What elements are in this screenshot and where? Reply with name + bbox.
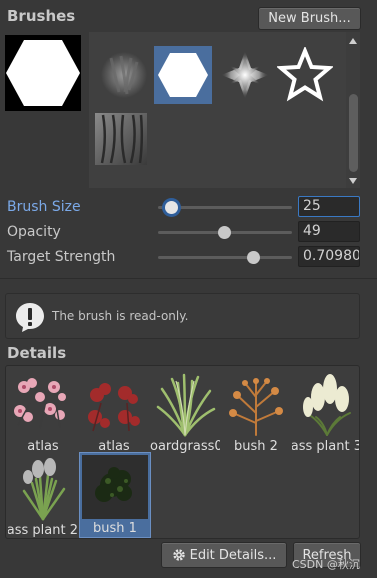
tall-grass-icon [22,458,66,521]
brush-size-label: Brush Size [7,199,81,215]
opacity-slider[interactable] [158,226,292,239]
brush-grid[interactable] [89,32,359,188]
scroll-thumb[interactable] [349,94,358,172]
brush-item-star-glow[interactable] [216,46,274,104]
detail-item-bush-2[interactable]: bush 2 [221,371,291,455]
star-outline-icon [277,47,333,102]
info-warning-icon [16,303,44,332]
read-only-helpbox: The brush is read-only. [5,293,360,339]
bark-texture-icon [95,113,147,165]
details-title: Details [7,344,67,362]
detail-item-bush-1[interactable]: bush 1 [79,452,151,538]
brush-size-slider-knob[interactable] [165,201,179,214]
detail-item-label: oardgrass0 [150,439,220,454]
pink-flowers-icon [14,378,66,429]
brush-item-bark-texture[interactable] [92,110,150,168]
brush-item-blurred-texture[interactable] [95,46,153,104]
brush-preview [5,35,81,111]
details-grid[interactable]: atlas atlas oardgrass0 bush 2 ss plant r… [5,365,360,539]
target-strength-slider-knob[interactable] [247,251,261,264]
orange-bush-icon [229,378,283,436]
detail-item-atlas-red[interactable]: atlas [79,371,149,455]
brushes-title: Brushes [7,7,76,25]
target-strength-field[interactable]: 0.70980 [298,246,360,267]
hexagon-icon [158,53,208,97]
opacity-label: Opacity [7,224,61,240]
detail-item-label: rass plant 3 [292,439,359,454]
opacity-field[interactable]: 49 [298,221,360,242]
scroll-up-icon[interactable] [349,38,357,44]
scroll-down-icon[interactable] [349,178,357,184]
detail-item-atlas-pink[interactable]: atlas [8,371,78,455]
blurred-texture-icon [101,52,147,98]
detail-item-grass-plant-3[interactable]: rass plant 3 [292,371,359,455]
detail-item-oardgrass[interactable]: oardgrass0 [150,371,220,455]
grass-clump-icon [156,373,216,437]
opacity-slider-knob[interactable] [217,226,231,239]
red-flowers-icon [88,383,140,432]
help-message: The brush is read-only. [52,309,189,323]
detail-item-grass-plant-2[interactable]: rass plant 2 [8,455,78,538]
divider [0,278,377,279]
detail-item-label: atlas [27,439,59,454]
gear-icon [172,549,185,561]
edit-details-label: Edit Details... [189,547,277,563]
target-strength-label: Target Strength [7,249,116,265]
hexagon-preview-icon [6,40,80,106]
edit-details-button[interactable]: Edit Details... [161,542,287,568]
detail-item-label: bush 1 [93,521,137,536]
brush-item-hexagon[interactable] [154,46,212,104]
detail-item-label: bush 2 [234,439,278,454]
brush-size-slider[interactable] [158,201,292,214]
brush-item-star-outline[interactable] [276,46,334,104]
dark-bush-icon [82,455,148,519]
brush-grid-scrollbar[interactable] [346,32,360,188]
star-glow-icon [221,51,269,99]
brush-size-field[interactable]: 25 [298,196,360,217]
detail-item-label: rass plant 2 [8,523,78,538]
new-brush-button[interactable]: New Brush... [258,7,361,30]
watermark-text: CSDN @秋沉 [292,558,360,571]
detail-item-label: atlas [98,439,130,454]
target-strength-slider[interactable] [158,251,292,264]
pampas-grass-icon [303,374,351,436]
